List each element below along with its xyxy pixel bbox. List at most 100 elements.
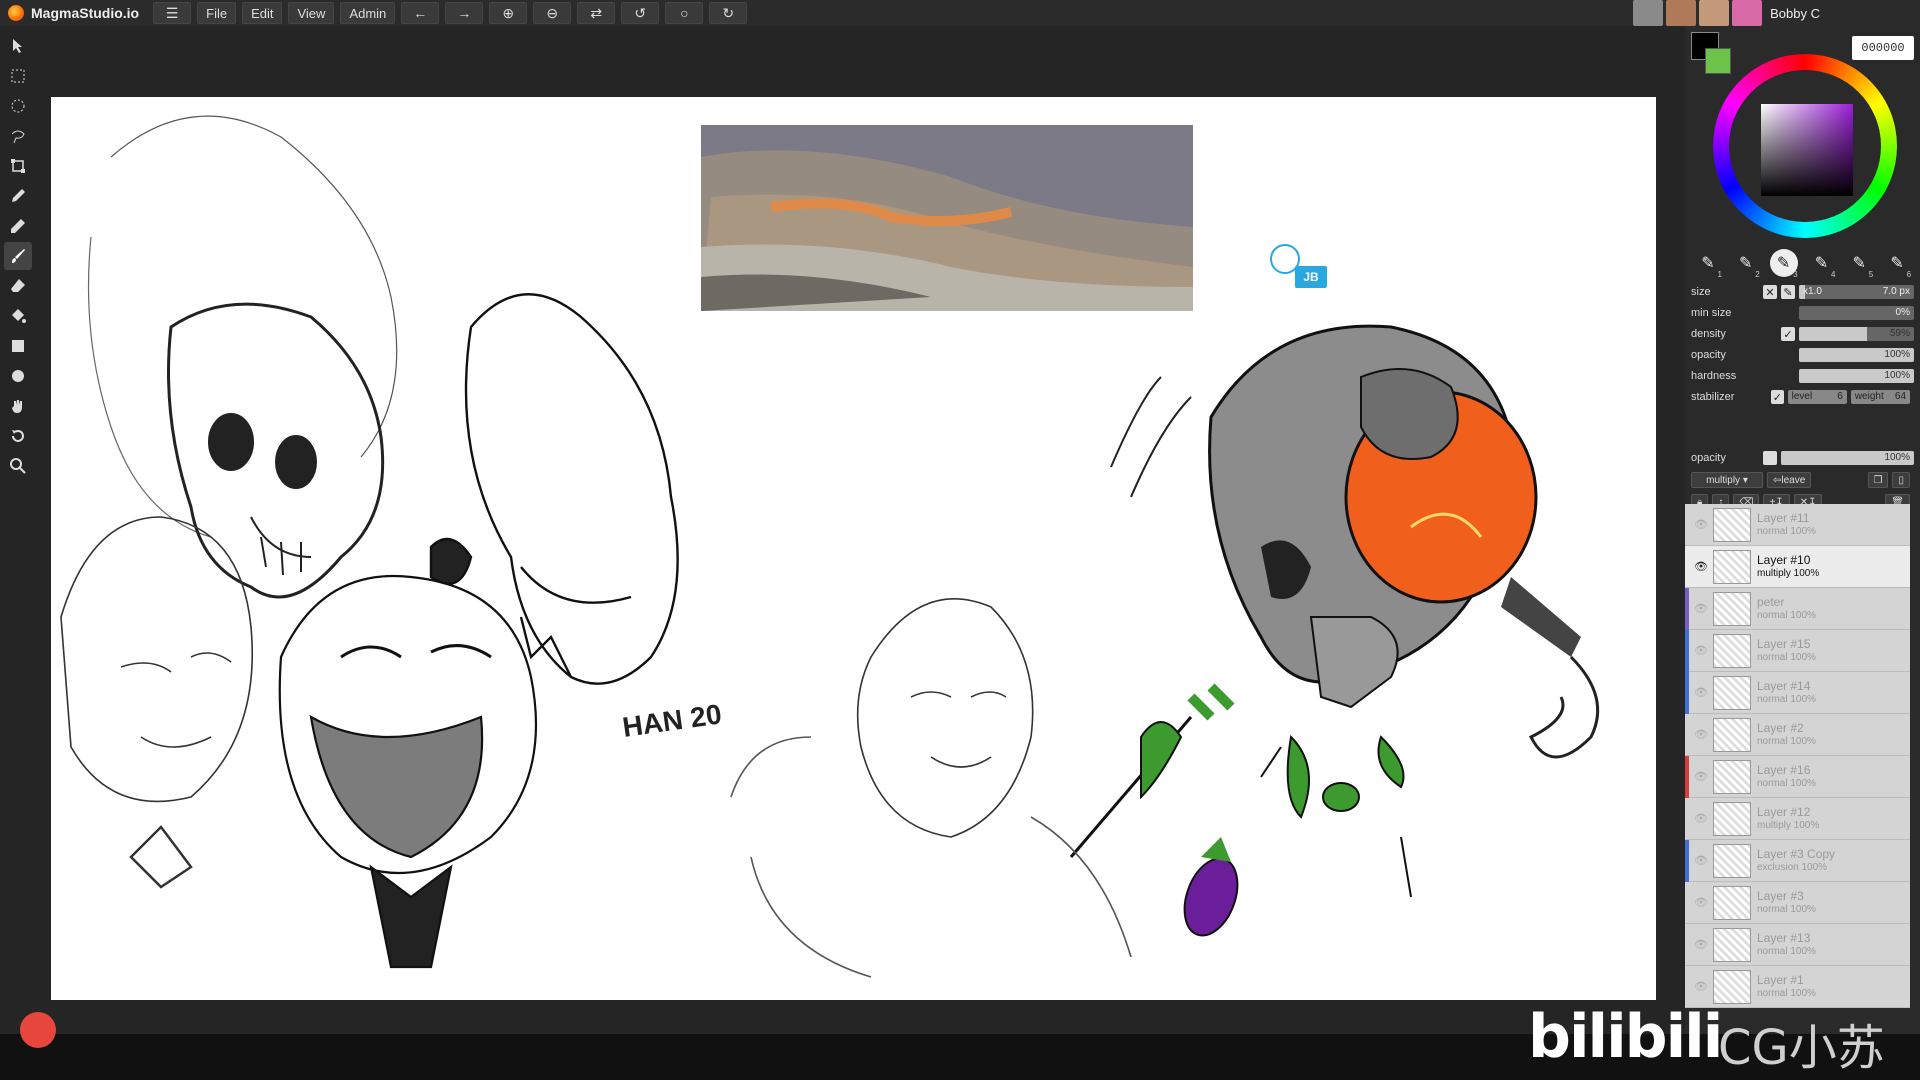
- hand-tool[interactable]: [4, 392, 32, 420]
- layer-row[interactable]: 👁︎ Layer #10 multiply 100%: [1685, 546, 1910, 588]
- hamburger-menu-button[interactable]: ☰: [153, 2, 192, 24]
- zoom-in-icon: ⊕: [502, 4, 515, 21]
- eraser-icon: [11, 279, 25, 292]
- zoom-in-button[interactable]: ⊕: [489, 2, 528, 24]
- rotate-left-button[interactable]: ↺: [621, 2, 660, 24]
- zoom-tool[interactable]: [4, 452, 32, 480]
- brush-slot-6[interactable]: ✎ 6: [1883, 249, 1911, 279]
- move-tool[interactable]: [4, 32, 32, 60]
- eye-icon[interactable]: 👁︎: [1693, 770, 1709, 783]
- avatar[interactable]: [1666, 0, 1697, 26]
- lasso-tool[interactable]: [4, 122, 32, 150]
- hardness-slider[interactable]: 100%: [1799, 369, 1914, 383]
- pencil-tool[interactable]: [4, 212, 32, 240]
- leave-button[interactable]: ⇦ leave: [1767, 472, 1812, 488]
- avatar[interactable]: [1699, 0, 1730, 26]
- ellipse-select-tool[interactable]: [4, 92, 32, 120]
- rect-select-icon: [11, 69, 25, 83]
- blend-mode-select[interactable]: multiply ▾: [1691, 472, 1763, 488]
- reset-rotation-button[interactable]: ○: [665, 2, 704, 24]
- transform-tool[interactable]: [4, 152, 32, 180]
- eye-icon[interactable]: 👁︎: [1693, 644, 1709, 657]
- menu-admin[interactable]: Admin: [340, 2, 396, 24]
- move-arrow-icon: [13, 39, 22, 53]
- eye-icon[interactable]: 👁︎: [1693, 812, 1709, 825]
- eye-icon[interactable]: 👁︎: [1693, 980, 1709, 993]
- min-size-slider[interactable]: 0%: [1799, 306, 1914, 320]
- brush-slot-1[interactable]: ✎ 1: [1694, 249, 1722, 279]
- eye-icon[interactable]: 👁︎: [1693, 518, 1709, 531]
- saturation-value-square[interactable]: [1761, 104, 1853, 196]
- eye-icon[interactable]: 👁︎: [1693, 602, 1709, 615]
- background-color-swatch[interactable]: [1705, 48, 1731, 74]
- layer-opacity-slider[interactable]: 100%: [1781, 451, 1914, 465]
- layer-row[interactable]: 👁︎ Layer #15 normal 100%: [1685, 630, 1910, 672]
- stabilizer-weight-slider[interactable]: weight 64: [1850, 390, 1911, 404]
- color-wheel[interactable]: [1713, 54, 1897, 238]
- new-layer-button[interactable]: ▯: [1892, 472, 1910, 488]
- avatar[interactable]: [1633, 0, 1664, 26]
- user-name[interactable]: Bobby C: [1770, 6, 1820, 21]
- zoom-out-button[interactable]: ⊖: [533, 2, 572, 24]
- duplicate-layer-button[interactable]: ❐: [1867, 472, 1889, 488]
- layer-mode: normal 100%: [1757, 609, 1816, 621]
- layer-row[interactable]: 👁︎ Layer #3 Copy exclusion 100%: [1685, 840, 1910, 882]
- layer-opacity-row: opacity 100%: [1685, 448, 1920, 468]
- rotate-view-tool[interactable]: [4, 422, 32, 450]
- layer-row[interactable]: 👁︎ peter normal 100%: [1685, 588, 1910, 630]
- undo-arrow-button[interactable]: ←: [401, 2, 440, 24]
- size-pen-toggle[interactable]: ✎: [1781, 285, 1795, 299]
- eye-icon[interactable]: 👁︎: [1693, 686, 1709, 699]
- layer-row[interactable]: 👁︎ Layer #13 normal 100%: [1685, 924, 1910, 966]
- chat-icon[interactable]: [20, 1012, 56, 1048]
- drawing-canvas[interactable]: HAN 20 JB: [51, 97, 1656, 1000]
- brush-icon: [12, 249, 25, 263]
- layer-row[interactable]: 👁︎ Layer #16 normal 100%: [1685, 756, 1910, 798]
- brush-tool[interactable]: [4, 242, 32, 270]
- app-logo[interactable]: MagmaStudio.io: [0, 0, 139, 26]
- eye-icon[interactable]: 👁︎: [1693, 854, 1709, 867]
- density-slider[interactable]: 59%: [1799, 327, 1914, 341]
- collaborator-avatars: Bobby C: [1630, 0, 1920, 26]
- rotate-right-button[interactable]: ↻: [709, 2, 748, 24]
- layer-row[interactable]: 👁︎ Layer #12 multiply 100%: [1685, 798, 1910, 840]
- flip-button[interactable]: ⇄: [577, 2, 616, 24]
- fill-tool[interactable]: [4, 302, 32, 330]
- avatar[interactable]: [1732, 0, 1763, 26]
- eye-icon[interactable]: 👁︎: [1693, 728, 1709, 741]
- hex-color-input[interactable]: 000000: [1852, 36, 1914, 60]
- eraser-tool[interactable]: [4, 272, 32, 300]
- brush-slot-3[interactable]: ✎ 3: [1769, 249, 1798, 279]
- stabilizer-level-slider[interactable]: level 6: [1787, 390, 1847, 404]
- eyedropper-tool[interactable]: [4, 182, 32, 210]
- rotate-icon: [12, 430, 24, 442]
- density-pressure-toggle[interactable]: ✓: [1781, 327, 1795, 341]
- eye-icon[interactable]: 👁︎: [1693, 560, 1709, 573]
- alien-sketch: [429, 293, 679, 685]
- artist-signature: HAN 20: [621, 698, 724, 743]
- new-page-icon: ▯: [1898, 474, 1904, 486]
- layer-row[interactable]: 👁︎ Layer #11 normal 100%: [1685, 504, 1910, 546]
- eye-icon[interactable]: 👁︎: [1693, 896, 1709, 909]
- rotate-left-icon: ↺: [634, 4, 647, 21]
- layer-row[interactable]: 👁︎ Layer #3 normal 100%: [1685, 882, 1910, 924]
- layer-row[interactable]: 👁︎ Layer #2 normal 100%: [1685, 714, 1910, 756]
- brush-slot-5[interactable]: ✎ 5: [1845, 249, 1874, 279]
- layer-row[interactable]: 👁︎ Layer #14 normal 100%: [1685, 672, 1910, 714]
- size-slider[interactable]: x1.0 7.0 px: [1799, 285, 1914, 299]
- menu-edit[interactable]: Edit: [242, 2, 283, 24]
- brush-slot-4[interactable]: ✎ 4: [1807, 249, 1836, 279]
- redo-arrow-button[interactable]: →: [445, 2, 484, 24]
- opacity-slider[interactable]: 100%: [1799, 348, 1914, 362]
- stabilizer-row: stabilizer ✓ level 6 weight 64: [1685, 387, 1920, 407]
- layer-opacity-lock[interactable]: [1763, 451, 1777, 465]
- rect-select-tool[interactable]: [4, 62, 32, 90]
- menu-view[interactable]: View: [288, 2, 335, 24]
- size-pressure-toggle[interactable]: ✕: [1763, 285, 1777, 299]
- rectangle-tool[interactable]: [4, 332, 32, 360]
- ellipse-tool[interactable]: [4, 362, 32, 390]
- brush-slot-2[interactable]: ✎ 2: [1732, 249, 1760, 279]
- stabilizer-toggle[interactable]: ✓: [1771, 390, 1784, 404]
- eye-icon[interactable]: 👁︎: [1693, 938, 1709, 951]
- menu-file[interactable]: File: [197, 2, 237, 24]
